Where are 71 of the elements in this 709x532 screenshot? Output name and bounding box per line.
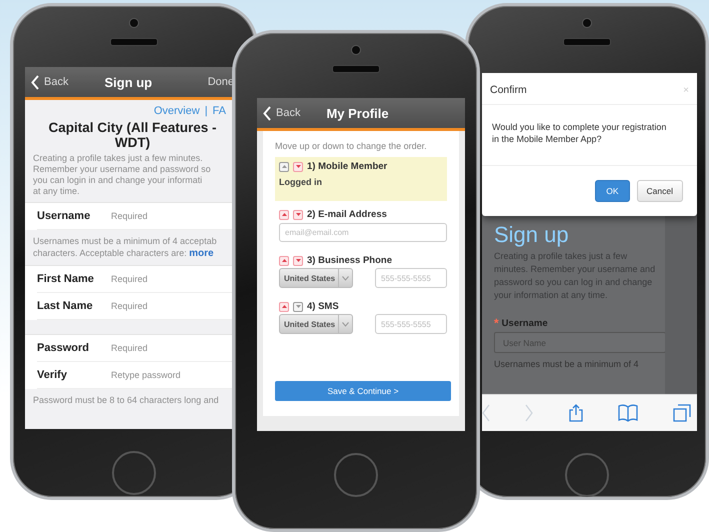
up-triangle-icon	[280, 211, 288, 218]
country-dropdown[interactable]: United States	[279, 268, 353, 288]
save-continue-button[interactable]: Save & Continue >	[275, 381, 451, 401]
down-triangle-icon	[294, 303, 302, 310]
page-heading: Sign up	[494, 222, 570, 248]
share-icon[interactable]	[568, 404, 582, 422]
speaker-icon	[332, 65, 380, 73]
item-title: 1) Mobile Member	[307, 161, 388, 172]
ok-button[interactable]: OK	[595, 180, 630, 202]
chevron-down-icon	[342, 322, 349, 326]
country-dropdown[interactable]: United States	[279, 314, 353, 334]
down-arrow-button[interactable]	[293, 256, 303, 266]
down-arrow-button[interactable]	[293, 210, 303, 220]
screen-title: Sign up	[104, 74, 152, 90]
down-triangle-icon	[294, 211, 302, 218]
instruction-text: Move up or down to change the order.	[275, 141, 428, 151]
up-triangle-icon	[280, 303, 288, 310]
camera-icon	[582, 18, 592, 28]
camera-icon	[351, 45, 361, 55]
up-arrow-button[interactable]	[279, 210, 289, 220]
up-arrow-button[interactable]	[279, 302, 289, 312]
camera-icon	[129, 18, 139, 28]
field-label: Username	[37, 210, 92, 222]
text-field[interactable]: Required	[109, 273, 223, 285]
speaker-icon	[563, 38, 611, 46]
nav-link[interactable]: Overview	[154, 105, 200, 117]
intro-text: Creating a profile takes just a few minutes. Remember your username and password so you can login in and change your informati at any time.	[32, 153, 212, 198]
chevron-down-icon	[342, 276, 349, 280]
down-triangle-icon	[294, 163, 302, 170]
text-field[interactable]: Required	[109, 342, 223, 354]
field-label: Password	[37, 342, 90, 354]
link-separator: |	[204, 105, 208, 117]
text-field[interactable]: Required	[109, 210, 223, 222]
field-label: Last Name	[37, 300, 94, 312]
email-field[interactable]: email@email.com	[279, 223, 447, 242]
down-triangle-icon	[294, 257, 302, 264]
cancel-button[interactable]: Cancel	[636, 180, 683, 202]
item-title: 4) SMS	[307, 301, 339, 312]
dialog-title: Confirm	[490, 84, 527, 96]
home-button[interactable]	[565, 453, 609, 497]
text-field[interactable]: Retype password	[109, 369, 223, 381]
back-chevron-icon	[31, 74, 40, 90]
screen-title: My Profile	[326, 106, 389, 120]
back-chevron-icon	[263, 106, 272, 120]
tabs-icon[interactable]	[673, 404, 691, 422]
back-button[interactable]: Back	[31, 74, 68, 90]
book-icon[interactable]	[618, 404, 638, 422]
status-text: Logged in	[279, 177, 323, 187]
nav-link[interactable]: FA	[212, 105, 226, 117]
field-label: Verify	[37, 369, 68, 381]
phone-field[interactable]: 555-555-5555	[375, 314, 447, 334]
up-triangle-icon	[280, 257, 288, 264]
text-field[interactable]: Required	[109, 300, 223, 312]
speaker-icon	[110, 38, 158, 46]
back-button[interactable]: Back	[263, 106, 300, 120]
phone-field[interactable]: 555-555-5555	[375, 268, 447, 288]
page-heading: Capital City (All Features - WDT)	[47, 120, 218, 150]
field-label: Username	[502, 318, 548, 329]
home-button[interactable]	[112, 451, 156, 495]
home-button[interactable]	[334, 453, 378, 497]
item-title: 2) E-mail Address	[307, 209, 387, 220]
more-link[interactable]: more	[189, 248, 214, 259]
required-mark: *	[494, 318, 499, 329]
dialog-message: Would you like to complete your registration in the Mobile Member App?	[482, 105, 697, 166]
up-arrow-button[interactable]	[279, 256, 289, 266]
down-arrow-button[interactable]	[293, 162, 303, 172]
up-triangle-icon	[280, 163, 288, 170]
item-title: 3) Business Phone	[307, 255, 392, 266]
help-text: Password must be 8 to 64 characters long and	[32, 394, 220, 407]
field-label: First Name	[37, 273, 95, 285]
help-text: Usernames must be a minimum of 4	[494, 359, 640, 369]
